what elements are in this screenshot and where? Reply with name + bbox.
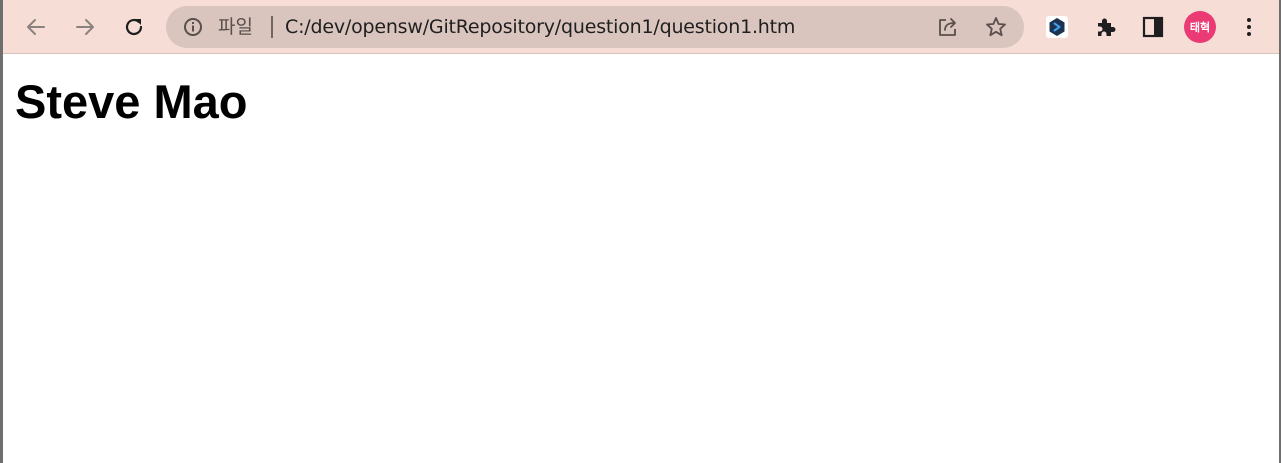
- site-info-button[interactable]: [182, 16, 204, 38]
- extension-app-icon: [1046, 16, 1068, 38]
- extensions-menu-button[interactable]: [1090, 11, 1122, 43]
- browser-toolbar: 파일 C:/dev/opensw/GitRepository/question1…: [3, 0, 1279, 54]
- arrow-left-icon: [27, 19, 45, 35]
- side-panel-button[interactable]: [1137, 11, 1169, 43]
- info-circle-icon: [184, 18, 202, 36]
- page-content: Steve Mao: [3, 55, 1279, 463]
- address-separator: [271, 16, 273, 38]
- side-panel-icon: [1142, 16, 1164, 38]
- forward-button[interactable]: [67, 9, 103, 45]
- browser-window: 파일 C:/dev/opensw/GitRepository/question1…: [0, 0, 1281, 463]
- reload-button[interactable]: [116, 9, 152, 45]
- back-button[interactable]: [18, 9, 54, 45]
- reload-icon: [125, 18, 143, 36]
- browser-menu-button[interactable]: [1233, 11, 1265, 43]
- address-bar[interactable]: 파일 C:/dev/opensw/GitRepository/question1…: [166, 6, 1024, 48]
- profile-avatar[interactable]: 태혁: [1184, 11, 1216, 43]
- security-chip-label[interactable]: 파일: [218, 15, 253, 39]
- extension-app-button[interactable]: [1041, 11, 1073, 43]
- share-icon: [939, 18, 956, 36]
- arrow-right-icon: [76, 19, 94, 35]
- page-heading: Steve Mao: [15, 75, 248, 128]
- star-icon: [986, 17, 1006, 37]
- kebab-menu-icon: [1247, 18, 1251, 36]
- share-button[interactable]: [936, 15, 960, 39]
- puzzle-icon: [1098, 18, 1116, 36]
- url-text[interactable]: C:/dev/opensw/GitRepository/question1/qu…: [285, 15, 795, 39]
- bookmark-button[interactable]: [984, 15, 1008, 39]
